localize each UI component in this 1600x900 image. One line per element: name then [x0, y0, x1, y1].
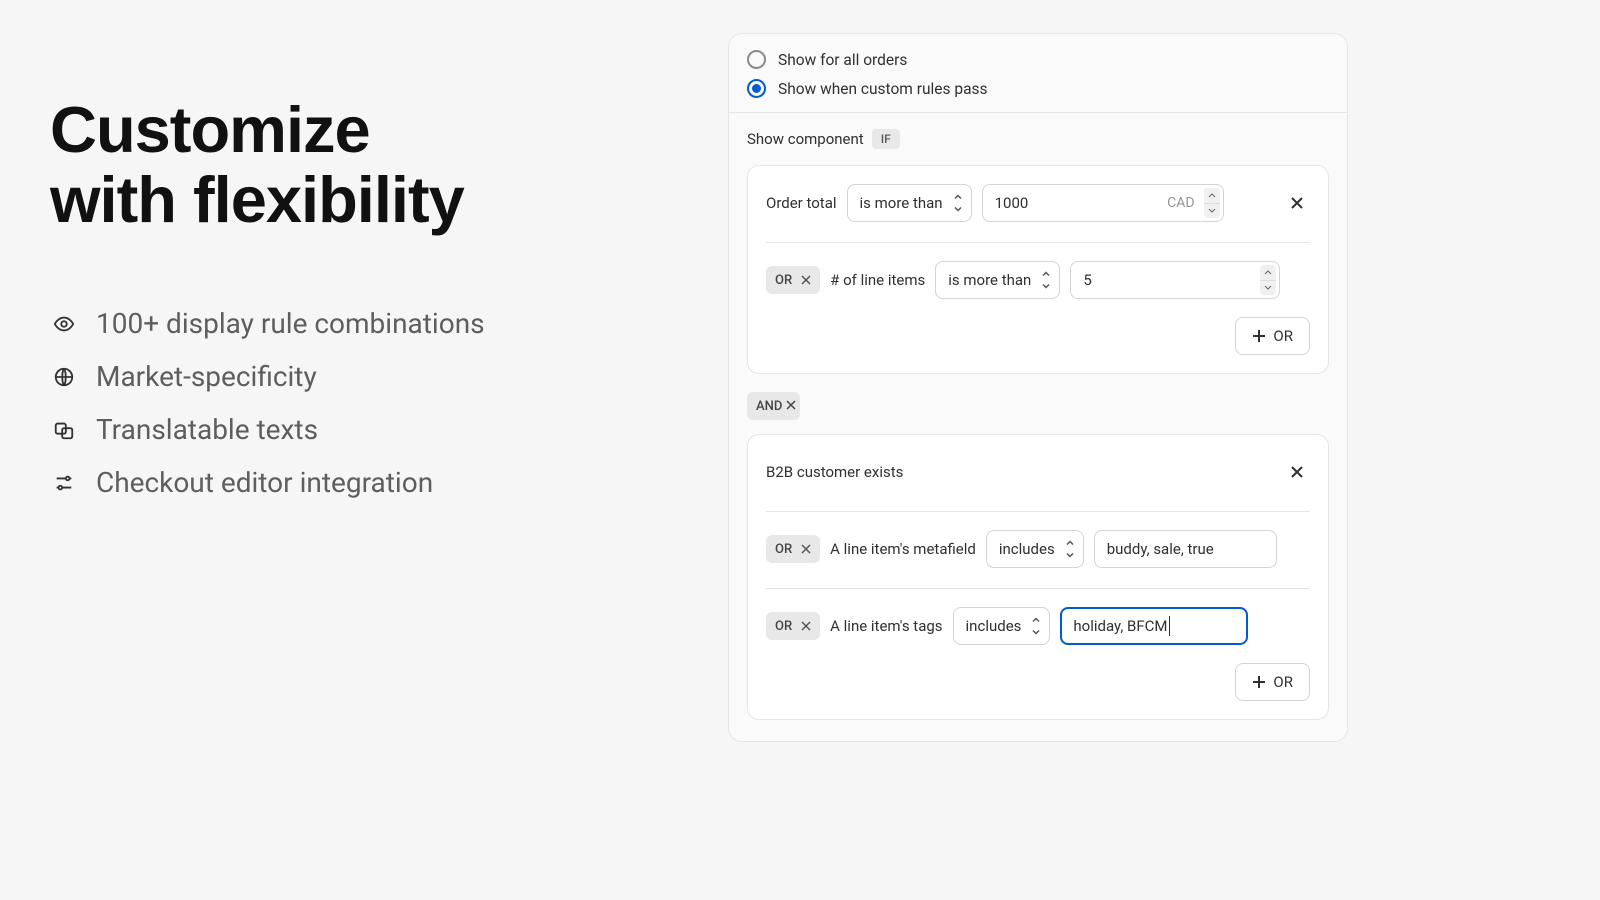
button-label: OR [1273, 673, 1293, 691]
select-value: is more than [860, 194, 943, 212]
select-value: includes [966, 617, 1022, 635]
chip-label: AND [756, 399, 782, 414]
rule-label: A line item's metafield [830, 540, 976, 558]
number-stepper[interactable] [1260, 265, 1276, 295]
button-label: OR [1273, 327, 1293, 345]
feature-item: Market-specificity [50, 360, 678, 393]
rule-row-line-items-count: OR # of line items is more than 5 [766, 261, 1310, 299]
order-total-input[interactable]: 1000 CAD [982, 184, 1224, 222]
close-icon[interactable] [786, 399, 796, 414]
stepper-up-icon[interactable] [1260, 265, 1276, 281]
rule-row-b2b-customer: B2B customer exists [766, 453, 1310, 491]
feature-item: 100+ display rule combinations [50, 307, 678, 340]
feature-list: 100+ display rule combinations Market-sp… [50, 307, 678, 499]
headline-line-1: Customize [50, 93, 370, 166]
rule-label: Order total [766, 194, 837, 212]
close-icon[interactable] [796, 270, 816, 290]
divider [766, 242, 1310, 243]
divider [766, 511, 1310, 512]
currency-suffix: CAD [1167, 195, 1194, 211]
radio-label: Show for all orders [778, 51, 907, 69]
divider [766, 588, 1310, 589]
rule-row-metafield: OR A line item's metafield includes budd… [766, 530, 1310, 568]
plus-icon [1252, 675, 1266, 689]
chip-label: OR [775, 542, 792, 557]
eye-icon [50, 310, 78, 338]
input-value: holiday, BFCM [1073, 617, 1167, 635]
or-chip[interactable]: OR [766, 535, 820, 563]
feature-label: Market-specificity [96, 360, 317, 393]
radio-unchecked-icon [747, 50, 766, 69]
select-value: is more than [948, 271, 1031, 289]
globe-icon [50, 363, 78, 391]
select-caret-icon [1031, 616, 1041, 637]
feature-label: Translatable texts [96, 413, 318, 446]
rule-label: B2B customer exists [766, 463, 903, 481]
input-value: buddy, sale, true [1107, 540, 1214, 558]
and-chip[interactable]: AND [747, 392, 800, 420]
plus-icon [1252, 329, 1266, 343]
rule-label: A line item's tags [830, 617, 942, 635]
select-caret-icon [953, 193, 963, 214]
if-badge: IF [872, 129, 900, 149]
page-headline: Customize with flexibility [50, 95, 678, 235]
or-chip[interactable]: OR [766, 266, 820, 294]
select-caret-icon [1065, 539, 1075, 560]
rule-row-tags: OR A line item's tags includes holiday, … [766, 607, 1310, 645]
rule-group: Order total is more than 1000 CAD [747, 165, 1329, 374]
radio-label: Show when custom rules pass [778, 80, 988, 98]
line-items-input[interactable]: 5 [1070, 261, 1280, 299]
section-header-label: Show component [747, 130, 864, 148]
add-or-row: OR [766, 317, 1310, 355]
chip-label: OR [775, 273, 792, 288]
radio-checked-icon [747, 79, 766, 98]
close-icon[interactable] [796, 539, 816, 559]
rule-group: B2B customer exists OR A line item's met… [747, 434, 1329, 720]
operator-select[interactable]: includes [986, 530, 1084, 568]
select-caret-icon [1041, 270, 1051, 291]
metafield-value-input[interactable]: buddy, sale, true [1094, 530, 1277, 568]
marketing-panel: Customize with flexibility 100+ display … [0, 0, 728, 900]
feature-label: Checkout editor integration [96, 466, 433, 499]
add-or-button[interactable]: OR [1235, 663, 1310, 701]
rule-row-order-total: Order total is more than 1000 CAD [766, 184, 1310, 222]
operator-select[interactable]: includes [953, 607, 1051, 645]
stepper-up-icon[interactable] [1204, 188, 1220, 204]
radio-all-orders[interactable]: Show for all orders [747, 50, 1329, 69]
input-value: 1000 [995, 194, 1029, 212]
text-cursor [1169, 616, 1170, 636]
feature-item: Checkout editor integration [50, 466, 678, 499]
headline-line-2: with flexibility [50, 163, 464, 236]
number-stepper[interactable] [1204, 188, 1220, 218]
close-icon[interactable] [796, 616, 816, 636]
or-chip[interactable]: OR [766, 612, 820, 640]
remove-rule-button[interactable] [1284, 190, 1310, 216]
rule-label: # of line items [830, 271, 925, 289]
translate-icon [50, 416, 78, 444]
visibility-radio-group: Show for all orders Show when custom rul… [729, 34, 1347, 112]
feature-item: Translatable texts [50, 413, 678, 446]
rules-card: Show for all orders Show when custom rul… [728, 33, 1348, 742]
stepper-down-icon[interactable] [1204, 204, 1220, 219]
operator-select[interactable]: is more than [847, 184, 972, 222]
tags-value-input[interactable]: holiday, BFCM [1060, 607, 1248, 645]
sliders-icon [50, 469, 78, 497]
feature-label: 100+ display rule combinations [96, 307, 485, 340]
stepper-down-icon[interactable] [1260, 281, 1276, 296]
operator-select[interactable]: is more than [935, 261, 1060, 299]
remove-rule-button[interactable] [1284, 459, 1310, 485]
rules-panel: Show for all orders Show when custom rul… [728, 0, 1600, 900]
rules-section-header: Show component IF [729, 112, 1347, 165]
input-value: 5 [1083, 271, 1091, 289]
chip-label: OR [775, 619, 792, 634]
select-value: includes [999, 540, 1055, 558]
add-or-button[interactable]: OR [1235, 317, 1310, 355]
radio-custom-rules[interactable]: Show when custom rules pass [747, 79, 1329, 98]
add-or-row: OR [766, 663, 1310, 701]
